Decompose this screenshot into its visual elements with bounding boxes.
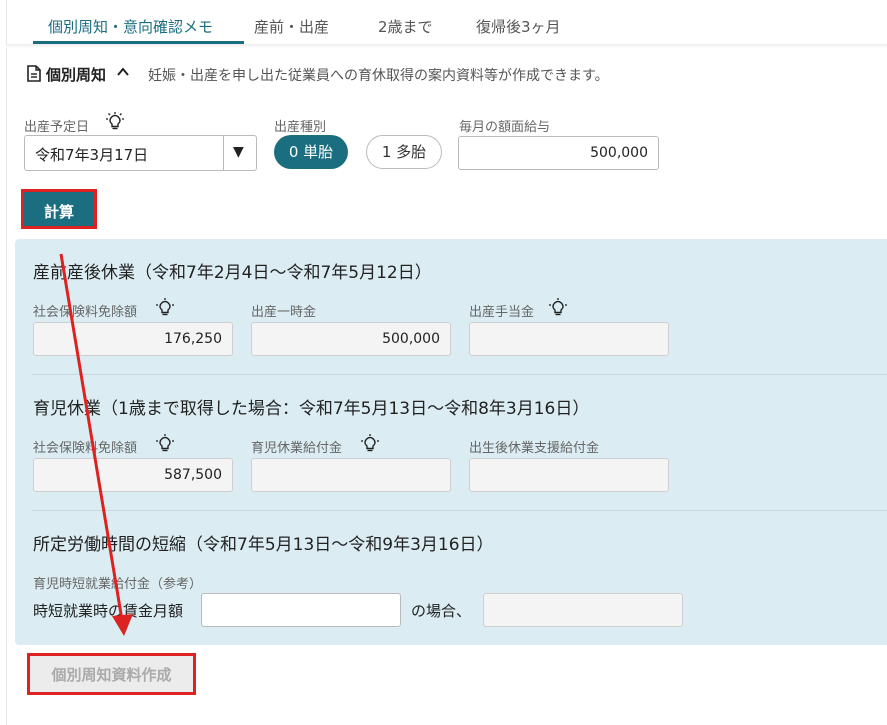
tab-until-age-2[interactable]: 2歳まで (378, 16, 433, 37)
shorttime-title: 所定労働時間の短縮（令和7年5月13日～令和9年3月16日） (33, 535, 494, 555)
due-date-label: 出産予定日 (24, 120, 90, 135)
childcare-insurance-output: 587,500 (33, 458, 233, 492)
section-divider (32, 374, 887, 375)
select-separator (223, 136, 224, 170)
tab-bar: 個別周知・意向確認メモ 産前・出産 2歳まで 復帰後3ヶ月 (6, 0, 887, 45)
header-shadow (6, 44, 887, 48)
childcare-benefit-label: 育児休業給付金 (251, 441, 343, 456)
shorttime-ref-label: 育児時短就業給付金（参考） (33, 577, 203, 592)
lump-sum-output: 500,000 (251, 322, 451, 356)
due-date-value: 令和7年3月17日 (35, 146, 149, 164)
shorttime-result-output (483, 593, 683, 627)
section-title: 個別周知 (46, 66, 107, 84)
maternity-insurance-label: 社会保険料免除額 (33, 305, 138, 320)
lightbulb-icon[interactable] (548, 298, 568, 318)
birth-type-label: 出産種別 (274, 120, 327, 135)
shorttime-wage-input[interactable] (201, 593, 401, 627)
maternity-leave-title: 産前産後休業（令和7年2月4日～令和7年5月12日） (33, 263, 432, 283)
maternity-insurance-output: 176,250 (33, 322, 233, 356)
dropdown-arrow-icon[interactable]: ▼ (233, 144, 244, 160)
section-divider (32, 510, 887, 511)
lightbulb-icon[interactable] (360, 434, 380, 454)
salary-input[interactable]: 500,000 (458, 136, 659, 170)
childcare-leave-title: 育児休業（1歳まで取得した場合：令和7年5月13日～令和8年3月16日） (33, 399, 590, 419)
section-description: 妊娠・出産を申し出た従業員への育休取得の案内資料等が作成できます。 (148, 68, 609, 84)
case-text: の場合、 (411, 602, 472, 620)
postnatal-benefit-output (469, 458, 669, 492)
maternity-allowance-label: 出産手当金 (469, 305, 535, 320)
lightbulb-icon[interactable] (105, 112, 125, 132)
shorttime-wage-text: 時短就業時の賃金月額 (33, 602, 184, 620)
calculate-button[interactable]: 計算 (21, 189, 97, 229)
due-date-select[interactable]: 令和7年3月17日 ▼ (24, 135, 257, 171)
tab-after-return[interactable]: 復帰後3ヶ月 (476, 16, 561, 37)
childcare-benefit-output (251, 458, 451, 492)
tab-notice-memo[interactable]: 個別周知・意向確認メモ (48, 16, 213, 37)
salary-label: 毎月の額面給与 (459, 120, 551, 135)
birth-single-toggle[interactable]: 0 単胎 (274, 135, 348, 169)
lump-sum-label: 出産一時金 (251, 305, 317, 320)
lightbulb-icon[interactable] (155, 434, 175, 454)
chevron-up-icon[interactable] (117, 66, 129, 78)
childcare-insurance-label: 社会保険料免除額 (33, 441, 138, 456)
maternity-allowance-output (469, 322, 669, 356)
generate-notice-button: 個別周知資料作成 (27, 653, 196, 695)
postnatal-benefit-label: 出生後休業支援給付金 (469, 441, 600, 456)
tab-prenatal-birth[interactable]: 産前・出産 (254, 16, 329, 37)
birth-multiple-toggle[interactable]: 1 多胎 (366, 135, 442, 169)
document-icon (27, 65, 41, 82)
lightbulb-icon[interactable] (155, 298, 175, 318)
